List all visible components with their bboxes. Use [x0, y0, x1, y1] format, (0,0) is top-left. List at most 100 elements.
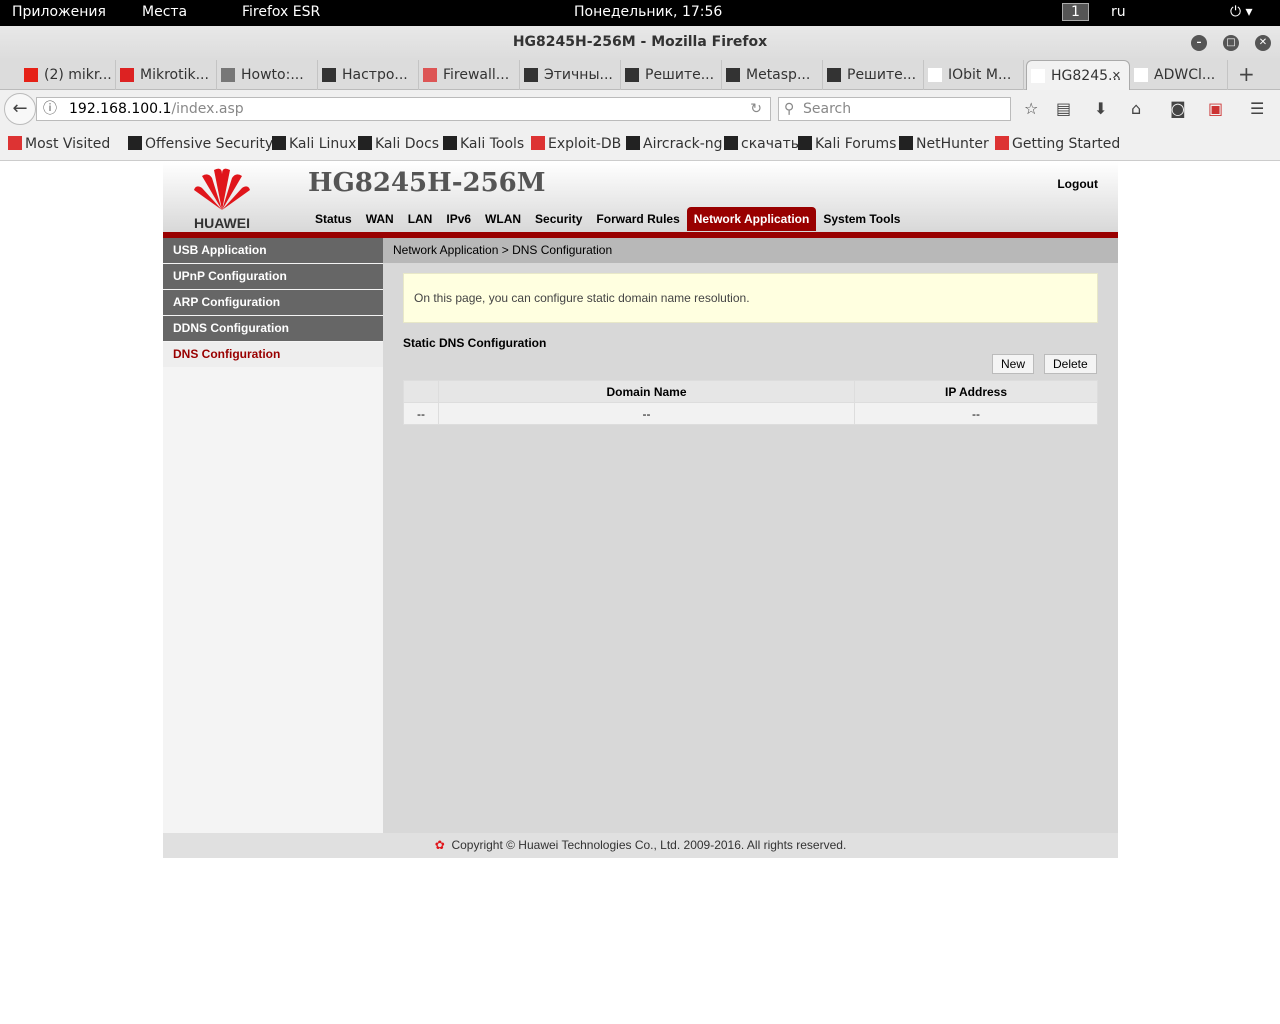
section-title: Static DNS Configuration — [403, 336, 547, 350]
bookmark-icon — [899, 136, 913, 150]
reading-list-icon[interactable]: ▤ — [1056, 99, 1071, 118]
url-path: /index.asp — [171, 101, 244, 117]
navigation-toolbar: ← ⓘ 192.168.100.1/index.asp ↻ ⚲ Search ☆ ▤ … — [0, 90, 1280, 128]
download-icon[interactable]: ⬇ — [1094, 99, 1107, 118]
tab-label: IObit M... — [948, 67, 1012, 83]
bookmark-item[interactable]: Kali Forums — [798, 136, 896, 152]
huawei-small-logo: ✿ — [434, 838, 445, 852]
home-icon[interactable]: ⌂ — [1131, 99, 1141, 118]
workspace-indicator[interactable]: 1 — [1062, 3, 1089, 21]
tab[interactable]: HG8245... ✕ — [1026, 60, 1130, 90]
back-button[interactable]: ← — [4, 93, 36, 125]
bookmark-icon — [443, 136, 457, 150]
tab[interactable]: Настро... — [318, 60, 419, 90]
bookmark-item[interactable]: Aircrack-ng — [626, 136, 723, 152]
main-menu: Status WAN LAN IPv6 WLAN Security Forward Rule… — [308, 207, 907, 231]
tab[interactable]: Решите... — [823, 60, 924, 90]
tab-favicon-icon — [827, 68, 841, 82]
language-indicator[interactable]: ru — [1111, 4, 1126, 20]
bookmark-item[interactable]: Getting Started — [995, 136, 1120, 152]
url-bar[interactable]: ⓘ 192.168.100.1/index.asp ↻ — [36, 97, 771, 121]
maximize-icon[interactable]: □ — [1223, 35, 1239, 51]
tab[interactable]: Firewall... — [419, 60, 520, 90]
menu-icon[interactable]: ☰ — [1250, 99, 1264, 118]
tab[interactable]: Решите... — [621, 60, 722, 90]
new-button[interactable]: New — [992, 354, 1035, 374]
menu-item[interactable]: LAN — [401, 207, 440, 231]
bookmark-icon — [798, 136, 812, 150]
menu-item[interactable]: Security — [528, 207, 589, 231]
applications-menu[interactable]: Приложения — [12, 4, 106, 20]
clock[interactable]: Понедельник, 17:56 — [574, 4, 722, 20]
bookmark-icon — [128, 136, 142, 150]
tab-label: Решите... — [847, 67, 917, 83]
tab-label: Настро... — [342, 67, 408, 83]
sidebar-item[interactable]: DDNS Configuration — [163, 316, 383, 341]
info-icon[interactable]: ⓘ — [43, 98, 57, 120]
tab-favicon-icon — [928, 68, 942, 82]
bookmark-icon — [358, 136, 372, 150]
bookmark-item[interactable]: Exploit-DB — [531, 136, 621, 152]
search-input[interactable]: ⚲ Search — [778, 97, 1011, 121]
delete-button[interactable]: Delete — [1044, 354, 1097, 374]
bookmark-icon — [272, 136, 286, 150]
tab-favicon-icon — [423, 68, 437, 82]
bookmark-item[interactable]: Kali Linux — [272, 136, 356, 152]
bookmark-label: Exploit-DB — [548, 136, 622, 152]
reload-icon[interactable]: ↻ — [750, 98, 762, 120]
pocket-icon[interactable]: ◙ — [1170, 99, 1186, 118]
sidebar-item[interactable]: DNS Configuration — [163, 342, 383, 367]
bookmark-item[interactable]: Kali Tools — [443, 136, 524, 152]
tab[interactable]: Metasp... — [722, 60, 823, 90]
router-page: HUAWEI HG8245H-256M Logout Status WAN LAN I… — [163, 162, 1118, 858]
bookmark-label: NetHunter — [916, 136, 989, 152]
content-area: Network Application > DNS Configuration … — [383, 238, 1118, 833]
tab[interactable]: ADWCl... — [1130, 60, 1228, 90]
menu-item[interactable]: WLAN — [478, 207, 528, 231]
close-tab-icon[interactable]: ✕ — [1112, 61, 1121, 90]
bookmark-item[interactable]: NetHunter — [899, 136, 989, 152]
extension-icon[interactable]: ▣ — [1208, 99, 1223, 118]
menu-item[interactable]: IPv6 — [439, 207, 478, 231]
power-icon[interactable]: ⏻ ▾ — [1230, 4, 1253, 20]
app-menu[interactable]: Firefox ESR — [242, 4, 320, 20]
bookmark-star-icon[interactable]: ☆ — [1024, 99, 1038, 118]
sidebar-item[interactable]: UPnP Configuration — [163, 264, 383, 289]
menu-item[interactable]: Network Application — [686, 207, 817, 231]
menu-item[interactable]: Forward Rules — [589, 207, 686, 231]
menu-item[interactable]: WAN — [359, 207, 401, 231]
close-icon[interactable]: ✕ — [1255, 35, 1271, 51]
tab-favicon-icon — [322, 68, 336, 82]
menu-item[interactable]: System Tools — [816, 207, 907, 231]
tab-label: ADWCl... — [1154, 67, 1216, 83]
new-tab-icon[interactable]: + — [1238, 62, 1255, 86]
tab[interactable]: IObit M... — [924, 60, 1024, 90]
window-title: HG8245H-256M - Mozilla Firefox — [512, 34, 768, 50]
tab[interactable]: Mikrotik... — [116, 60, 217, 90]
sidebar-item[interactable]: ARP Configuration — [163, 290, 383, 315]
bookmark-icon — [724, 136, 738, 150]
bookmark-item[interactable]: Kali Docs — [358, 136, 439, 152]
tab[interactable]: Этичны... — [520, 60, 621, 90]
table-row[interactable]: -- -- -- — [403, 402, 1098, 425]
bookmark-item[interactable]: Offensive Security — [128, 136, 273, 152]
sidebar-item[interactable]: USB Application — [163, 238, 383, 263]
tab-label: Metasp... — [746, 67, 811, 83]
bookmark-label: Offensive Security — [145, 136, 274, 152]
bookmark-item[interactable]: Most Visited — [8, 136, 110, 152]
places-menu[interactable]: Места — [142, 4, 187, 20]
info-box: On this page, you can configure static d… — [403, 273, 1098, 323]
tab[interactable]: Howto:... — [217, 60, 318, 90]
row-ip: -- — [854, 402, 1098, 425]
bookmark-label: Getting Started — [1012, 136, 1121, 152]
minimize-icon[interactable]: – — [1191, 35, 1207, 51]
search-icon: ⚲ — [784, 101, 795, 117]
bookmark-item[interactable]: скачать — [724, 136, 799, 152]
row-select: -- — [403, 402, 439, 425]
logout-link[interactable]: Logout — [1057, 177, 1098, 191]
menu-item[interactable]: Status — [308, 207, 359, 231]
bookmark-label: Kali Linux — [289, 136, 357, 152]
bookmark-icon — [626, 136, 640, 150]
tab-favicon-icon — [524, 68, 538, 82]
tab[interactable]: (2) mikr... — [20, 60, 116, 90]
